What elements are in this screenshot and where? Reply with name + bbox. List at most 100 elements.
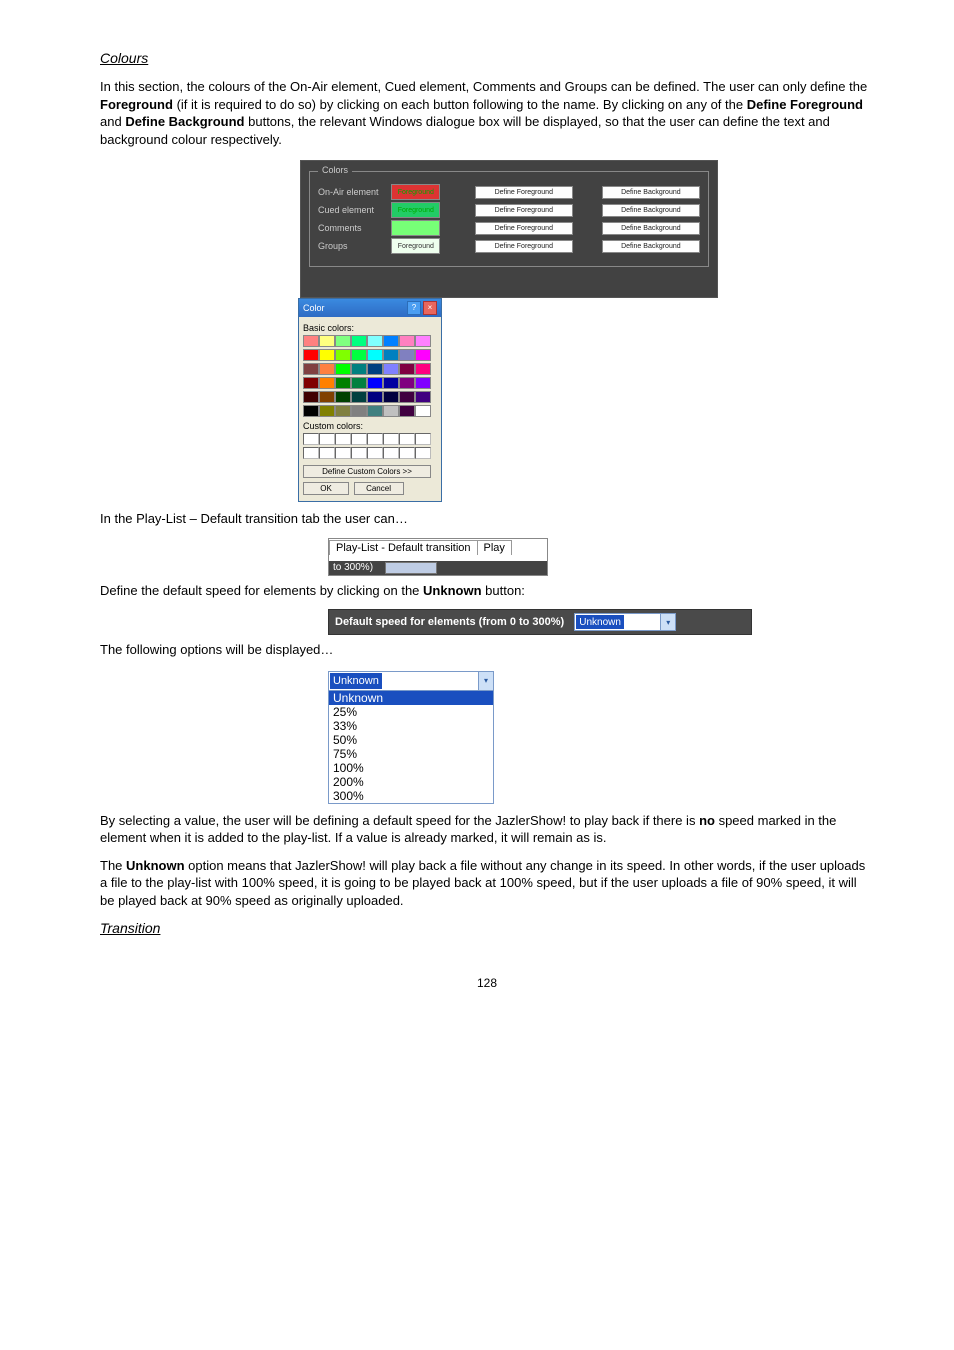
color-swatch[interactable] (319, 363, 335, 375)
tab-play[interactable]: Play (477, 540, 512, 555)
tab-default-transition[interactable]: Play-List - Default transition (329, 540, 478, 555)
custom-color-slot[interactable] (335, 433, 351, 445)
custom-color-slot[interactable] (415, 447, 431, 459)
basic-colors-grid[interactable] (303, 335, 437, 417)
color-swatch[interactable] (335, 349, 351, 361)
color-swatch[interactable] (319, 405, 335, 417)
color-swatch[interactable] (415, 335, 431, 347)
cancel-button[interactable]: Cancel (354, 482, 404, 495)
chevron-down-icon[interactable]: ▾ (660, 614, 675, 630)
define-foreground-button[interactable]: Define Foreground (475, 222, 573, 235)
color-swatch[interactable] (351, 349, 367, 361)
color-swatch[interactable] (367, 405, 383, 417)
dropdown-option[interactable]: 300% (329, 789, 493, 803)
dropdown-option[interactable]: 50% (329, 733, 493, 747)
color-swatch[interactable] (319, 377, 335, 389)
color-swatch[interactable] (335, 363, 351, 375)
custom-color-slot[interactable] (399, 433, 415, 445)
color-swatch[interactable] (383, 335, 399, 347)
color-swatch[interactable] (303, 377, 319, 389)
custom-color-slot[interactable] (415, 433, 431, 445)
color-swatch[interactable] (303, 405, 319, 417)
define-foreground-button[interactable]: Define Foreground (475, 204, 573, 217)
mini-selector[interactable] (385, 562, 437, 574)
color-swatch[interactable] (303, 391, 319, 403)
custom-color-slot[interactable] (367, 433, 383, 445)
color-swatch[interactable] (351, 363, 367, 375)
color-swatch[interactable] (367, 349, 383, 361)
color-swatch[interactable] (383, 405, 399, 417)
color-swatch[interactable] (415, 391, 431, 403)
color-swatch[interactable] (303, 335, 319, 347)
define-background-button[interactable]: Define Background (602, 240, 700, 253)
custom-color-slot[interactable] (303, 447, 319, 459)
color-swatch[interactable] (399, 349, 415, 361)
color-swatch[interactable] (399, 391, 415, 403)
dropdown-list[interactable]: Unknown25%33%50%75%100%200%300% (329, 691, 493, 803)
custom-colors-grid[interactable] (303, 433, 437, 459)
foreground-swatch[interactable]: Foreground (391, 184, 440, 200)
foreground-swatch[interactable] (391, 220, 440, 236)
custom-color-slot[interactable] (351, 447, 367, 459)
custom-color-slot[interactable] (399, 447, 415, 459)
color-swatch[interactable] (367, 335, 383, 347)
define-foreground-button[interactable]: Define Foreground (475, 186, 573, 199)
define-background-button[interactable]: Define Background (602, 204, 700, 217)
color-swatch[interactable] (383, 391, 399, 403)
custom-color-slot[interactable] (383, 433, 399, 445)
color-swatch[interactable] (399, 335, 415, 347)
define-custom-colors-button[interactable]: Define Custom Colors >> (303, 465, 431, 478)
color-swatch[interactable] (319, 349, 335, 361)
ok-button[interactable]: OK (303, 482, 349, 495)
color-swatch[interactable] (415, 363, 431, 375)
custom-color-slot[interactable] (351, 433, 367, 445)
color-swatch[interactable] (351, 335, 367, 347)
color-swatch[interactable] (335, 405, 351, 417)
color-swatch[interactable] (351, 391, 367, 403)
custom-color-slot[interactable] (383, 447, 399, 459)
color-swatch[interactable] (335, 335, 351, 347)
help-icon[interactable]: ? (407, 301, 421, 315)
custom-color-slot[interactable] (319, 433, 335, 445)
dropdown-option[interactable]: 75% (329, 747, 493, 761)
custom-color-slot[interactable] (367, 447, 383, 459)
dropdown-option[interactable]: 33% (329, 719, 493, 733)
custom-color-slot[interactable] (319, 447, 335, 459)
color-swatch[interactable] (303, 363, 319, 375)
foreground-swatch[interactable]: Foreground (391, 238, 440, 254)
color-swatch[interactable] (399, 363, 415, 375)
dropdown-option[interactable]: 25% (329, 705, 493, 719)
color-swatch[interactable] (399, 377, 415, 389)
color-swatch[interactable] (319, 335, 335, 347)
custom-color-slot[interactable] (303, 433, 319, 445)
color-swatch[interactable] (399, 405, 415, 417)
color-swatch[interactable] (415, 349, 431, 361)
define-background-button[interactable]: Define Background (602, 222, 700, 235)
color-swatch[interactable] (351, 405, 367, 417)
dropdown-option[interactable]: Unknown (329, 691, 493, 705)
color-swatch[interactable] (367, 377, 383, 389)
row-label: Comments (318, 223, 385, 233)
dropdown-option[interactable]: 200% (329, 775, 493, 789)
color-swatch[interactable] (383, 349, 399, 361)
dropdown-option[interactable]: 100% (329, 761, 493, 775)
define-background-button[interactable]: Define Background (602, 186, 700, 199)
color-swatch[interactable] (383, 377, 399, 389)
color-swatch[interactable] (415, 377, 431, 389)
chevron-down-icon[interactable]: ▾ (478, 672, 493, 690)
speed-dropdown-open[interactable]: Unknown ▾ Unknown25%33%50%75%100%200%300… (328, 671, 494, 804)
define-foreground-button[interactable]: Define Foreground (475, 240, 573, 253)
color-swatch[interactable] (351, 377, 367, 389)
color-swatch[interactable] (367, 391, 383, 403)
color-swatch[interactable] (319, 391, 335, 403)
foreground-swatch[interactable]: Foreground (391, 202, 440, 218)
color-swatch[interactable] (335, 391, 351, 403)
color-swatch[interactable] (383, 363, 399, 375)
custom-color-slot[interactable] (335, 447, 351, 459)
color-swatch[interactable] (303, 349, 319, 361)
speed-combo[interactable]: Unknown ▾ (574, 613, 676, 631)
color-swatch[interactable] (367, 363, 383, 375)
color-swatch[interactable] (415, 405, 431, 417)
color-swatch[interactable] (335, 377, 351, 389)
close-icon[interactable]: × (423, 301, 437, 315)
